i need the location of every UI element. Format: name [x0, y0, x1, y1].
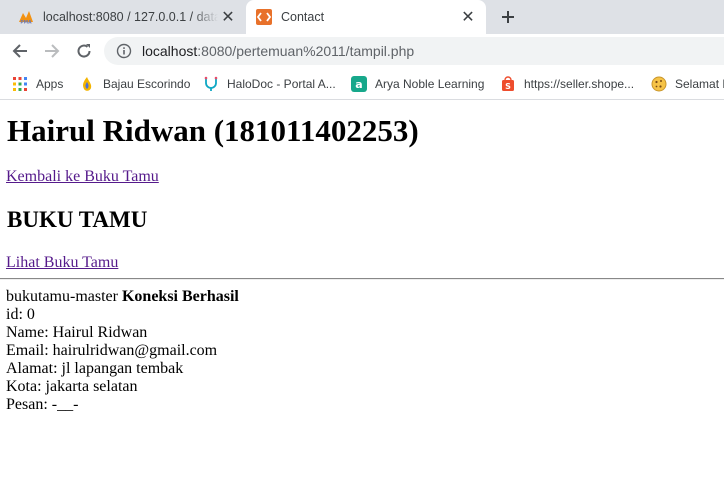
- address-bar[interactable]: localhost:8080/pertemuan%2011/tampil.php: [104, 37, 724, 65]
- query-result: bukutamu-master Koneksi Berhasil id: 0 N…: [6, 288, 239, 414]
- tab-contact[interactable]: Contact ✕: [246, 0, 486, 34]
- record-email: Email: hairulridwan@gmail.com: [6, 342, 218, 359]
- svg-text:PMA: PMA: [20, 20, 32, 25]
- bookmark-apps[interactable]: Apps: [12, 75, 63, 93]
- url-path: :8080/pertemuan%2011/tampil.php: [197, 43, 415, 59]
- bookmark-selamat[interactable]: Selamat D: [651, 75, 724, 93]
- connection-line: bukutamu-master Koneksi Berhasil: [6, 288, 239, 306]
- plus-icon: [502, 11, 514, 23]
- apps-grid-icon: [12, 76, 28, 92]
- info-icon[interactable]: [116, 43, 132, 59]
- page-content: Hairul Ridwan (181011402253) Kembali ke …: [0, 101, 724, 477]
- reload-icon: [77, 44, 91, 58]
- bookmarks-bar: Apps Bajau Escorindo HaloDoc - Portal A.…: [0, 68, 724, 100]
- halodoc-icon: [203, 76, 219, 92]
- back-button[interactable]: [8, 39, 32, 63]
- record-id: id: 0: [6, 306, 35, 323]
- toolbar: localhost:8080/pertemuan%2011/tampil.php: [0, 34, 724, 68]
- arrow-right-icon: [45, 44, 60, 58]
- url-text: localhost:8080/pertemuan%2011/tampil.php: [142, 43, 414, 59]
- bookmark-label: HaloDoc - Portal A...: [227, 77, 336, 91]
- record-alamat: Alamat: jl lapangan tembak: [6, 360, 184, 377]
- bookmark-label: Arya Noble Learning: [375, 77, 485, 91]
- bookmark-bajau[interactable]: Bajau Escorindo: [79, 75, 190, 93]
- back-to-guestbook-link[interactable]: Kembali ke Buku Tamu: [6, 168, 159, 186]
- connection-status: Koneksi Berhasil: [121, 288, 239, 305]
- page-title: Hairul Ridwan (181011402253): [7, 113, 419, 148]
- phpmyadmin-icon: PMA: [18, 9, 34, 25]
- reload-button[interactable]: [72, 39, 96, 63]
- forward-button[interactable]: [40, 39, 64, 63]
- bookmark-halodoc[interactable]: HaloDoc - Portal A...: [203, 75, 336, 93]
- url-host: localhost: [142, 43, 198, 59]
- record-kota: Kota: jakarta selatan: [6, 378, 138, 395]
- html-page-icon: [256, 9, 272, 25]
- shopee-icon: S: [500, 76, 516, 92]
- bookmark-arya[interactable]: a Arya Noble Learning: [351, 75, 484, 93]
- bajau-icon: [79, 76, 95, 92]
- close-icon[interactable]: ✕: [218, 7, 238, 27]
- arya-icon: a: [351, 76, 367, 92]
- database-name: bukutamu-master: [6, 288, 118, 305]
- close-icon[interactable]: ✕: [458, 7, 478, 27]
- cookie-icon: [651, 76, 667, 92]
- record-name: Name: Hairul Ridwan: [6, 324, 148, 341]
- svg-text:S: S: [505, 82, 511, 91]
- tab-title: Contact: [281, 10, 325, 24]
- tab-strip: PMA localhost:8080 / 127.0.0.1 / datat ✕…: [0, 0, 724, 34]
- divider: [0, 278, 724, 280]
- view-guestbook-link[interactable]: Lihat Buku Tamu: [6, 254, 118, 272]
- bookmark-shopee[interactable]: S https://seller.shope...: [500, 75, 634, 93]
- record-pesan: Pesan: -__-: [6, 396, 79, 413]
- section-title: BUKU TAMU: [7, 207, 148, 232]
- bookmark-label: Apps: [36, 77, 64, 91]
- arrow-left-icon: [12, 44, 27, 58]
- tab-phpmyadmin[interactable]: PMA localhost:8080 / 127.0.0.1 / datat ✕: [8, 0, 246, 34]
- svg-text:a: a: [355, 78, 362, 91]
- bookmark-label: https://seller.shope...: [524, 77, 635, 91]
- bookmark-label: Selamat D: [675, 77, 724, 91]
- bookmark-label: Bajau Escorindo: [103, 77, 191, 91]
- tab-title: localhost:8080 / 127.0.0.1 / datat: [43, 10, 218, 24]
- new-tab-button[interactable]: [496, 5, 520, 29]
